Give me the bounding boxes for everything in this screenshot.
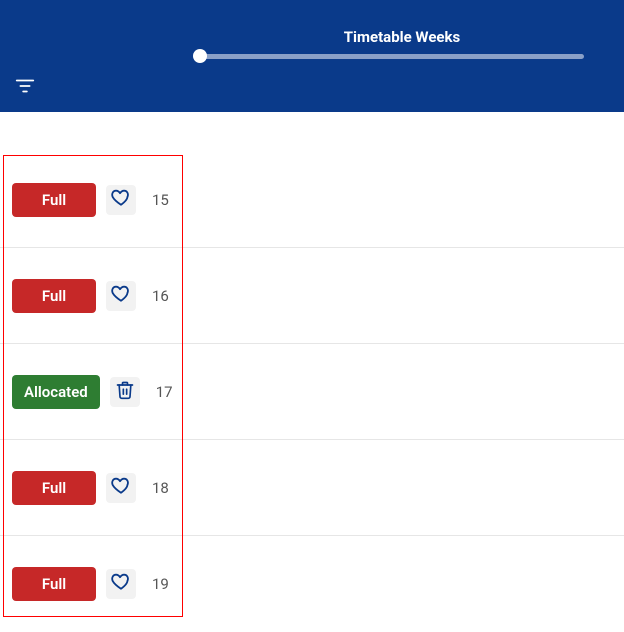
weeks-slider[interactable]: [200, 50, 584, 62]
list-item: Full 18: [0, 440, 624, 536]
heart-icon: [110, 571, 132, 597]
row-number: 19: [152, 575, 169, 593]
favorite-button[interactable]: [106, 281, 136, 311]
slider-thumb[interactable]: [193, 49, 207, 63]
header-title: Timetable Weeks: [0, 28, 624, 46]
status-badge-full[interactable]: Full: [12, 279, 96, 313]
list-item: Full 15: [0, 152, 624, 248]
delete-button[interactable]: [110, 377, 140, 407]
status-badge-full[interactable]: Full: [12, 471, 96, 505]
list-item: Full 19: [0, 536, 624, 632]
heart-icon: [110, 283, 132, 309]
favorite-button[interactable]: [106, 473, 136, 503]
heart-icon: [110, 475, 132, 501]
content-area: Full 15 Full 16 Allo: [0, 112, 624, 632]
row-number: 17: [156, 383, 173, 401]
favorite-button[interactable]: [106, 185, 136, 215]
app-header: Timetable Weeks: [0, 0, 624, 112]
status-badge-allocated[interactable]: Allocated: [12, 375, 100, 409]
list-item: Allocated 17: [0, 344, 624, 440]
row-list: Full 15 Full 16 Allo: [0, 152, 624, 632]
row-number: 18: [152, 479, 169, 497]
row-number: 16: [152, 287, 169, 305]
status-badge-full[interactable]: Full: [12, 567, 96, 601]
status-badge-full[interactable]: Full: [12, 183, 96, 217]
favorite-button[interactable]: [106, 569, 136, 599]
filter-icon[interactable]: [14, 75, 36, 97]
slider-track: [200, 54, 584, 59]
trash-icon: [115, 380, 135, 404]
heart-icon: [110, 187, 132, 213]
list-item: Full 16: [0, 248, 624, 344]
row-number: 15: [152, 191, 169, 209]
